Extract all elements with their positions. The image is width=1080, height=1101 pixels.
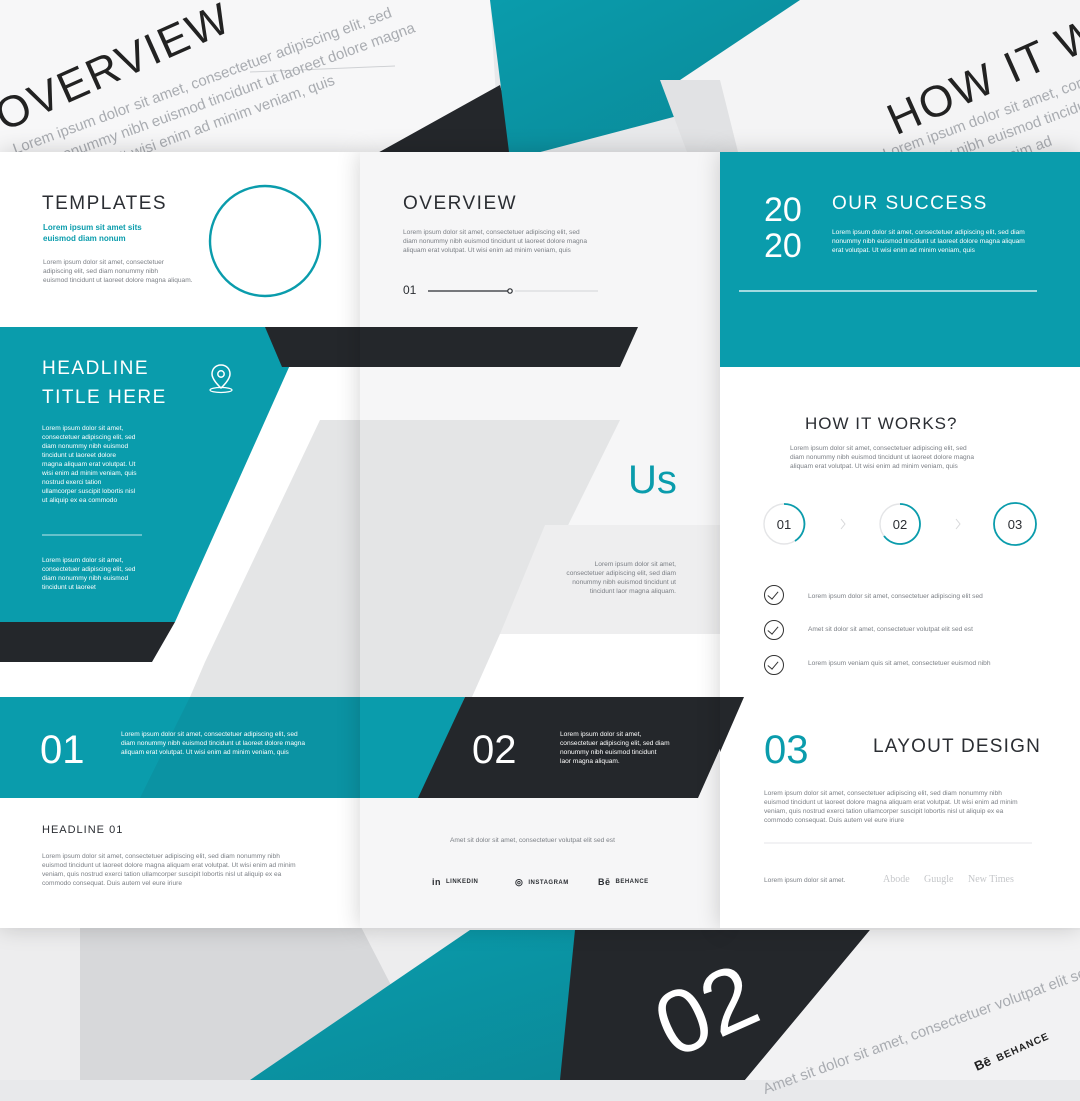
brand-guugle: Guugle (924, 874, 954, 885)
check-item-1: Lorem ipsum dolor sit amet, consectetuer… (808, 593, 983, 600)
middle-footer-text: Amet sit dolor sit amet, consectetuer vo… (450, 837, 615, 844)
overview-body: Lorem ipsum dolor sit amet, consectetuer… (403, 229, 587, 254)
step-03[interactable]: 03 (994, 503, 1036, 545)
location-pin-icon (209, 364, 233, 394)
check-icon (764, 655, 784, 675)
panel-left: TEMPLATES Lorem ipsum sit amet sits euis… (0, 152, 360, 928)
layout-body: Lorem ipsum dolor sit amet, consectetuer… (764, 790, 1018, 824)
panel-right: 20 20 OUR SUCCESS Lorem ipsum dolor sit … (720, 152, 1080, 928)
headline-body-2: Lorem ipsum dolor sit amet, consectetuer… (42, 557, 136, 591)
slider-label: 01 (403, 283, 417, 297)
band-text-01: Lorem ipsum dolor sit amet, consectetuer… (121, 731, 305, 756)
how-title: HOW IT WORKS? (805, 414, 958, 433)
right-footer-text: Lorem ipsum dolor sit amet. (764, 877, 846, 884)
headline-body: Lorem ipsum dolor sit amet, consectetuer… (42, 425, 137, 504)
behance-icon: Bē (598, 877, 611, 887)
templates-body: Lorem ipsum dolor sit amet, consectetuer… (43, 259, 193, 284)
how-body: Lorem ipsum dolor sit amet, consectetuer… (790, 445, 974, 470)
templates-subtitle: Lorem ipsum sit amet sits euismod diam n… (43, 223, 142, 243)
social-instagram[interactable]: ◎ INSTAGRAM (515, 877, 569, 888)
band-number-02: 02 (472, 728, 517, 772)
band-text-02: Lorem ipsum dolor sit amet, consectetuer… (560, 731, 670, 765)
headline01-body: Lorem ipsum dolor sit amet, consectetuer… (42, 853, 296, 887)
check-item-3: Lorem ipsum veniam quis sit amet, consec… (808, 660, 991, 667)
overview-slider[interactable] (428, 285, 598, 297)
social-behance[interactable]: Bē BEHANCE (598, 877, 649, 887)
panel-middle: OVERVIEW Lorem ipsum dolor sit amet, con… (360, 152, 720, 928)
us-label: Us (628, 458, 677, 502)
brand-new-times: New Times (968, 874, 1014, 885)
headline-title: HEADLINE TITLE HERE (42, 358, 167, 408)
panel-middle-shapes (360, 288, 720, 798)
check-icon (764, 585, 784, 605)
step-02[interactable]: 02 (879, 503, 921, 545)
success-title: OUR SUCCESS (832, 193, 988, 214)
success-body: Lorem ipsum dolor sit amet, consectetuer… (832, 229, 1025, 254)
overview-title: OVERVIEW (403, 193, 518, 214)
check-item-2: Amet sit dolor sit amet, consectetuer vo… (808, 626, 973, 633)
layout-number: 03 (764, 728, 809, 772)
band-number-01: 01 (40, 728, 85, 772)
step-01[interactable]: 01 (763, 503, 805, 545)
social-linkedin[interactable]: in LINKEDIN (432, 877, 478, 887)
brand-abode: Abode (883, 874, 910, 885)
headline01-title: HEADLINE 01 (42, 824, 124, 836)
check-icon (764, 620, 784, 640)
year-display: 20 20 (764, 191, 802, 265)
templates-title: TEMPLATES (42, 193, 168, 214)
linkedin-icon: in (432, 877, 441, 887)
layout-title: LAYOUT DESIGN (873, 736, 1041, 757)
us-body: Lorem ipsum dolor sit amet, consectetuer… (566, 561, 676, 595)
instagram-icon: ◎ (515, 877, 524, 887)
